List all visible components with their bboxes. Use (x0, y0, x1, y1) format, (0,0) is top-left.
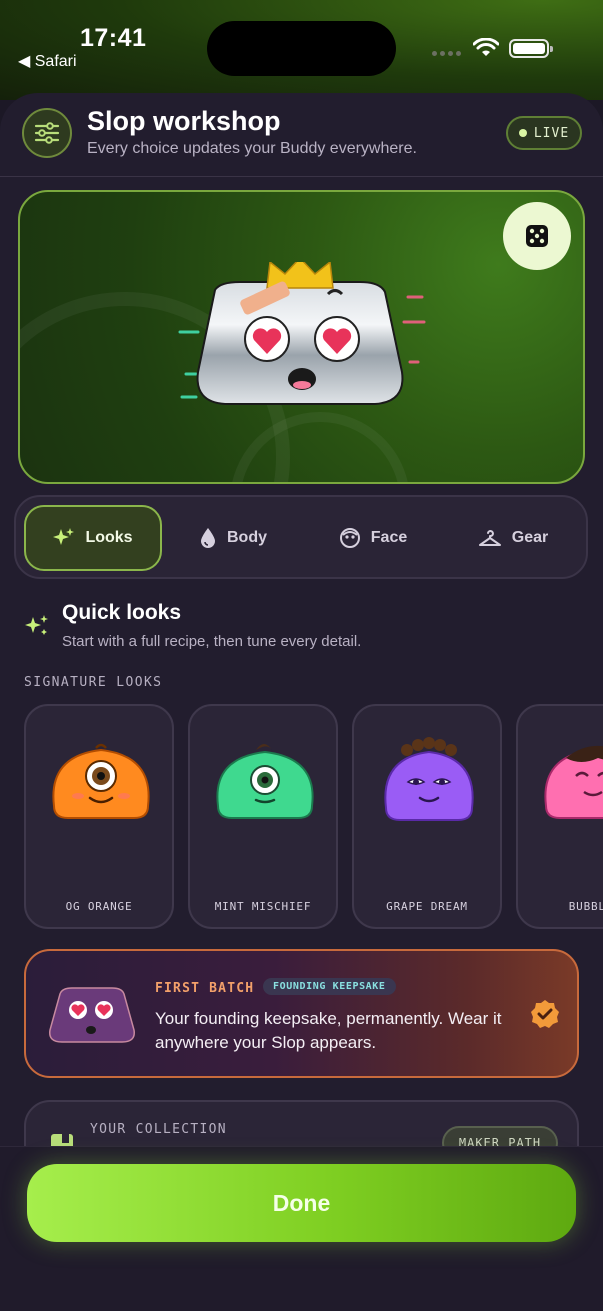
tab-looks[interactable]: Looks (24, 505, 162, 571)
status-bar: 17:41 ◀ Safari (0, 0, 603, 100)
dice-icon (526, 225, 548, 247)
keepsake-buddy-icon (49, 987, 135, 1043)
collection-label: YOUR COLLECTION (90, 1122, 227, 1137)
customize-tabs: Looks Body Face Gear (14, 495, 588, 579)
sliders-icon (22, 108, 72, 158)
sparkles-icon (53, 528, 75, 545)
signature-looks-list: OG ORANGE MINT MISCHIEF GRAPE DREAM BUBB… (24, 704, 603, 930)
first-batch-tag: FIRST BATCH (155, 981, 255, 996)
sheet-header: Slop workshop Every choice updates your … (0, 93, 603, 177)
signature-looks-label: SIGNATURE LOOKS (24, 675, 163, 690)
look-card-mint-mischief[interactable]: MINT MISCHIEF (188, 704, 338, 929)
tab-looks-label: Looks (85, 529, 133, 546)
tab-gear[interactable]: Gear (444, 505, 582, 571)
look-name: OG ORANGE (65, 900, 133, 913)
look-name: MINT MISCHIEF (214, 900, 312, 913)
live-badge-label: LIVE (533, 125, 570, 141)
hanger-icon (478, 530, 501, 546)
verified-badge-icon (531, 1000, 559, 1028)
quick-looks-title: Quick looks (62, 601, 182, 624)
buddy-mascot (178, 262, 426, 405)
tab-gear-label: Gear (511, 529, 549, 546)
look-card-bubble[interactable]: BUBBLE (516, 704, 603, 929)
tab-body-label: Body (227, 529, 267, 546)
buddy-preview (18, 190, 585, 484)
mint-slime-icon (216, 744, 314, 819)
first-batch-description: Your founding keepsake, permanently. Wea… (155, 1009, 502, 1052)
sparkles-icon (25, 615, 48, 635)
tab-face-label: Face (370, 529, 408, 546)
back-to-safari-link[interactable]: ◀ Safari (18, 51, 77, 71)
cellular-signal-icon (432, 51, 461, 56)
quick-looks-subtitle: Start with a full recipe, then tune ever… (62, 633, 362, 650)
grape-slime-icon (384, 737, 474, 821)
founding-keepsake-badge: FOUNDING KEEPSAKE (263, 978, 396, 995)
randomize-button[interactable] (503, 202, 571, 270)
page-title: Slop workshop (87, 106, 281, 136)
live-dot-icon (518, 129, 527, 137)
dynamic-island (207, 21, 396, 76)
first-batch-card[interactable]: FIRST BATCH FOUNDING KEEPSAKE Your found… (24, 949, 579, 1078)
wifi-icon (473, 38, 499, 56)
orange-slime-icon (52, 743, 150, 819)
tab-body[interactable]: Body (164, 505, 302, 571)
look-name: BUBBLE (568, 900, 603, 913)
look-name: GRAPE DREAM (386, 900, 468, 913)
look-card-grape-dream[interactable]: GRAPE DREAM (352, 704, 502, 929)
face-icon (339, 528, 360, 548)
live-badge: LIVE (506, 116, 582, 150)
bubble-slime-icon (544, 745, 603, 819)
workshop-sheet: Slop workshop Every choice updates your … (0, 93, 603, 1311)
drop-icon (201, 528, 215, 548)
look-card-og-orange[interactable]: OG ORANGE (24, 704, 174, 929)
tab-face[interactable]: Face (304, 505, 442, 571)
status-time: 17:41 (80, 24, 147, 52)
page-subtitle: Every choice updates your Buddy everywhe… (87, 140, 417, 157)
done-button[interactable]: Done (27, 1164, 576, 1242)
battery-icon (509, 39, 553, 58)
